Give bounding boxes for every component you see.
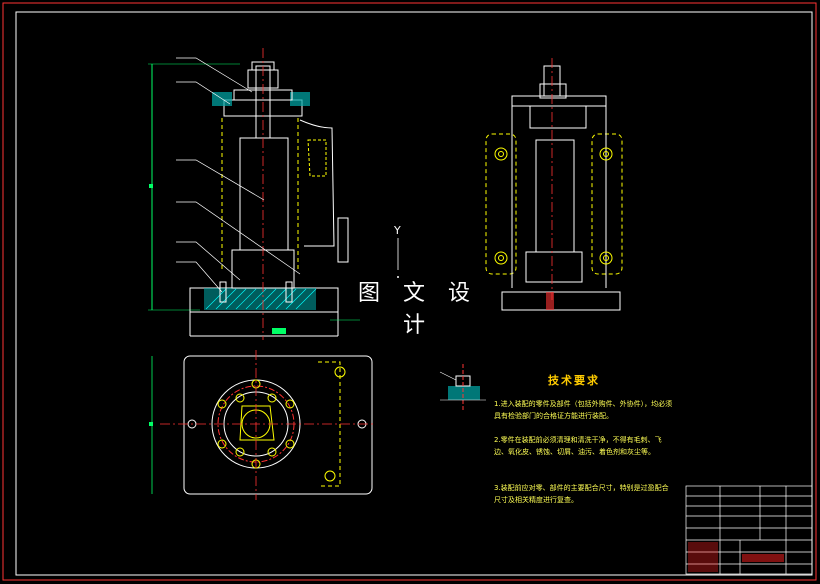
tech-requirements-title: 技术要求: [548, 374, 600, 387]
front-section-view: [148, 48, 360, 340]
title-block: [685, 485, 813, 575]
top-view: [149, 350, 376, 500]
view-arrow: Y: [393, 224, 401, 282]
side-view: [485, 58, 623, 311]
detail-view: [439, 364, 486, 410]
watermark: 图 文 设 计: [342, 278, 494, 338]
tech-requirement-2: 2.零件在装配前必须清理和清洗干净，不得有毛刺、飞边、氧化皮、锈蚀、切屑、油污、…: [494, 436, 662, 456]
tech-requirement-1: 1.进入装配的零件及部件（包括外购件、外协件），均必须具有检验部门的合格证方能进…: [494, 400, 673, 420]
view-label: Y: [393, 224, 401, 237]
tech-requirement-3: 3.装配前应对零、部件的主要配合尺寸，特别是过盈配合尺寸及相关精度进行复查。: [494, 484, 669, 504]
